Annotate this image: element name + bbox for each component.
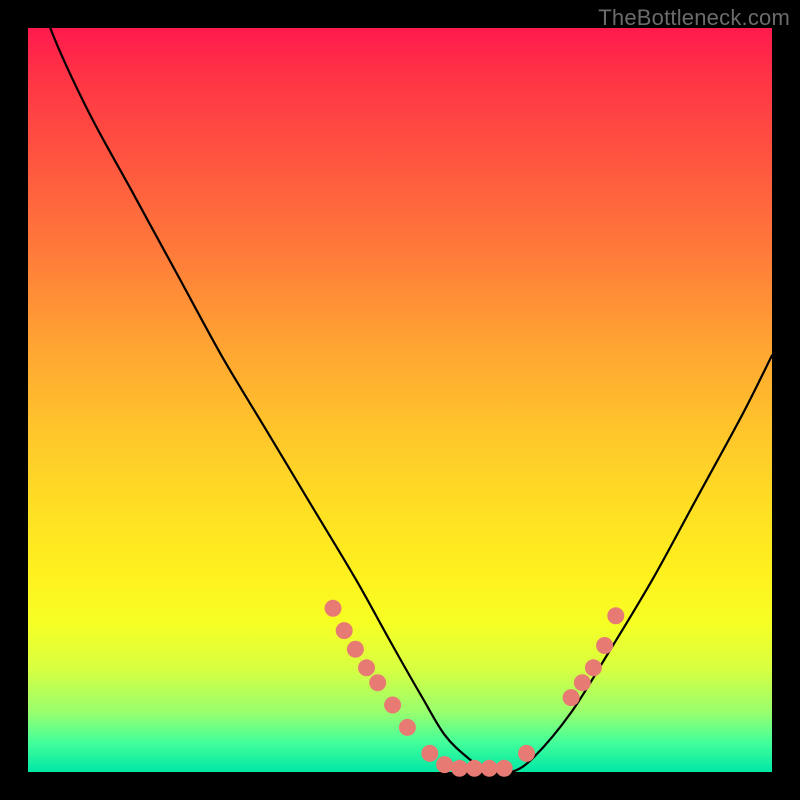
marker-dot [421, 745, 438, 762]
marker-dot [399, 719, 416, 736]
marker-dot [607, 607, 624, 624]
marker-dot [369, 674, 386, 691]
chart-frame: TheBottleneck.com [0, 0, 800, 800]
marker-dot [436, 756, 453, 773]
marker-dot [563, 689, 580, 706]
marker-dot [496, 760, 513, 777]
marker-dot [574, 674, 591, 691]
marker-dot [336, 622, 353, 639]
marker-dot [358, 659, 375, 676]
plot-area [28, 28, 772, 772]
marker-dot [451, 760, 468, 777]
marker-dot [585, 659, 602, 676]
marker-dot [466, 760, 483, 777]
marker-dot [384, 697, 401, 714]
marker-dot [481, 760, 498, 777]
watermark-text: TheBottleneck.com [598, 5, 790, 31]
marker-dot [596, 637, 613, 654]
marker-dot [325, 600, 342, 617]
marker-dot [347, 641, 364, 658]
chart-svg [28, 28, 772, 772]
marker-group [325, 600, 625, 777]
bottleneck-curve [28, 0, 772, 774]
marker-dot [518, 745, 535, 762]
